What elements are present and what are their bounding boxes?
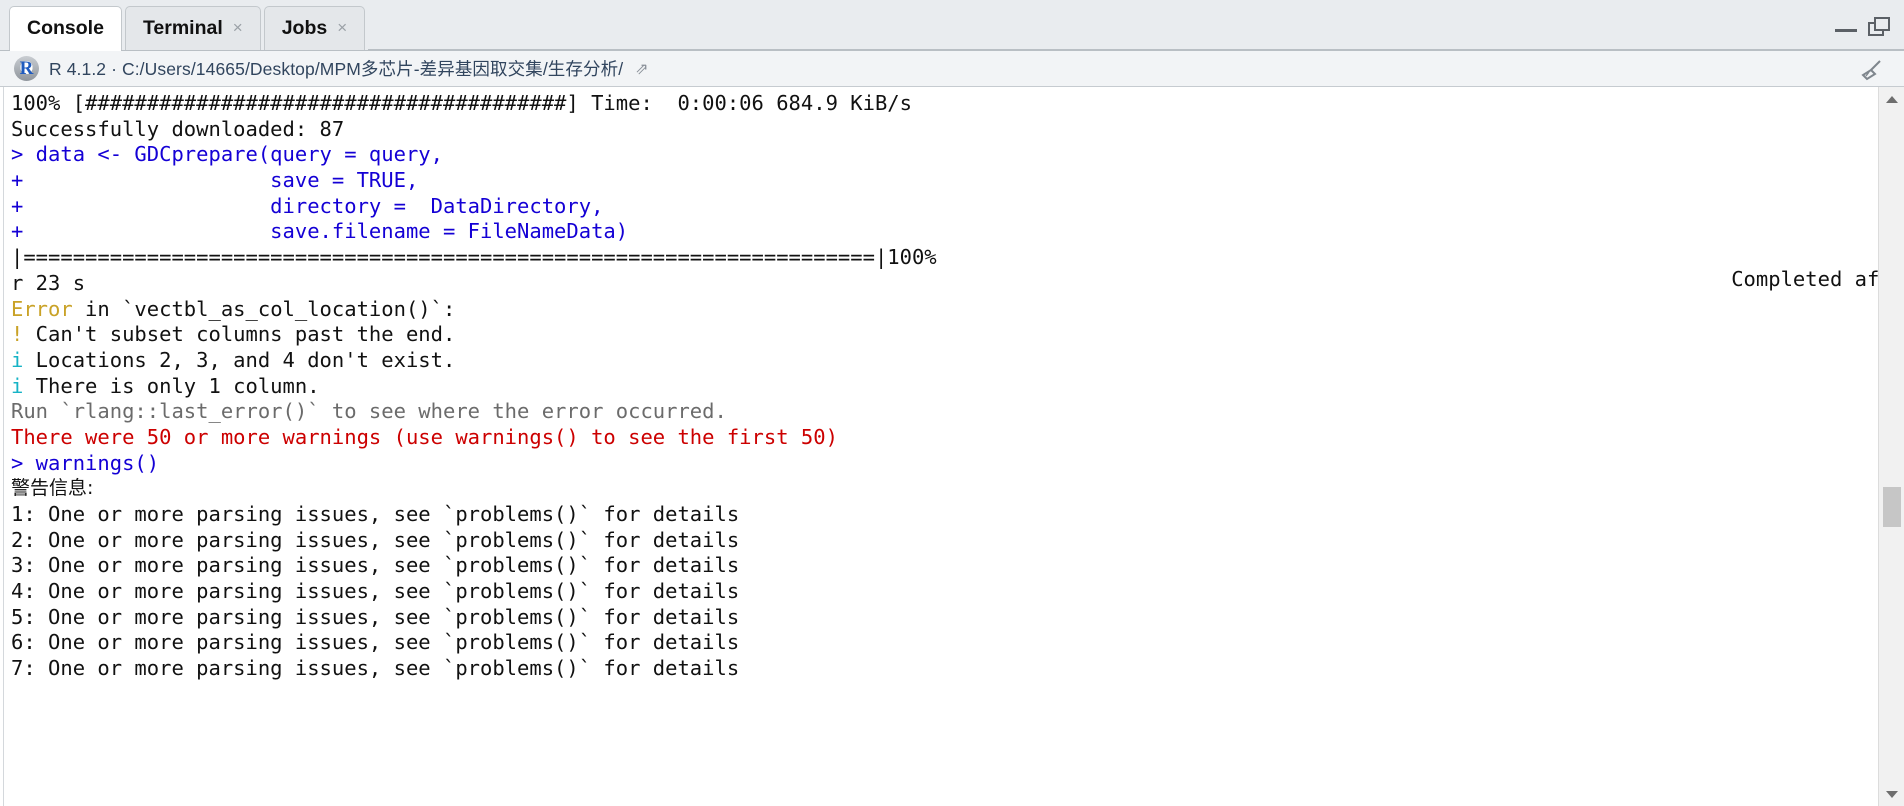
console-line: > data <- GDCprepare(query = query, <box>11 142 443 167</box>
console-line: + save = TRUE, <box>11 168 419 193</box>
console-line: 6: One or more parsing issues, see `prob… <box>11 630 740 655</box>
console-output[interactable]: 100% [##################################… <box>11 91 1870 682</box>
tab-terminal[interactable]: Terminal × <box>124 6 261 50</box>
console-line: + save.filename = FileNameData) <box>11 219 629 244</box>
open-in-files-icon[interactable]: ⇗ <box>635 59 648 79</box>
console-line: |=======================================… <box>11 245 937 270</box>
console-line: There were 50 or more warnings (use warn… <box>11 424 838 449</box>
broom-icon[interactable] <box>1858 58 1888 82</box>
console-error-prefix: Error <box>11 296 73 321</box>
console-line: 1: One or more parsing issues, see `prob… <box>11 502 740 526</box>
console-line: > warnings() <box>11 450 160 475</box>
window-controls <box>1835 17 1890 36</box>
scroll-up-icon[interactable] <box>1879 87 1904 111</box>
tabstrip-filler <box>368 6 1904 50</box>
r-logo-letter: R <box>19 58 34 79</box>
tab-terminal-label: Terminal <box>142 17 223 39</box>
console-line: + directory = DataDirectory, <box>11 193 604 218</box>
console-error-prefix: ! <box>11 322 24 347</box>
console-info-bullet: i <box>11 373 24 398</box>
console-line: 警告信息: <box>11 477 94 500</box>
tab-jobs[interactable]: Jobs × <box>263 6 366 50</box>
console-line: i Locations 2, 3, and 4 don't exist. <box>11 348 1870 374</box>
console-line-text: Can't subset columns past the end. <box>23 322 456 347</box>
console-line-text: There is only 1 column. <box>23 373 320 398</box>
console-scrollbar[interactable] <box>1878 87 1904 806</box>
console-line: i There is only 1 column. <box>11 374 1870 400</box>
console-line-text: Locations 2, 3, and 4 don't exist. <box>23 347 456 372</box>
console-line: ! Can't subset columns past the end. <box>11 322 1870 348</box>
console-line-text: in `vectbl_as_col_location()`: <box>72 296 456 321</box>
console-pane[interactable]: 100% [##################################… <box>0 87 1904 806</box>
maximize-front-square <box>1874 17 1890 31</box>
tab-jobs-label: Jobs <box>281 17 328 39</box>
scrollbar-thumb[interactable] <box>1883 487 1901 527</box>
pane-tabstrip: Console Terminal × Jobs × <box>0 0 1904 51</box>
scroll-down-icon[interactable] <box>1879 782 1904 806</box>
console-line: Run `rlang::last_error()` to see where t… <box>11 399 727 424</box>
minimize-icon[interactable] <box>1835 21 1857 32</box>
tab-console-label: Console <box>27 17 104 39</box>
console-line: 7: One or more parsing issues, see `prob… <box>11 656 740 681</box>
console-line: 100% [##################################… <box>11 91 912 115</box>
console-info-bullet: i <box>11 347 24 372</box>
console-left-gutter <box>0 87 4 806</box>
close-icon[interactable]: × <box>337 19 347 38</box>
console-line: 4: One or more parsing issues, see `prob… <box>11 579 740 604</box>
tab-console[interactable]: Console <box>9 6 122 51</box>
maximize-restore-icon[interactable] <box>1868 17 1890 36</box>
working-directory-label[interactable]: R 4.1.2 · C:/Users/14665/Desktop/MPM多芯片-… <box>49 56 623 81</box>
close-icon[interactable]: × <box>233 19 243 38</box>
console-line: 2: One or more parsing issues, see `prob… <box>11 527 740 552</box>
console-line: Error in `vectbl_as_col_location()`: <box>11 297 1870 323</box>
r-logo-icon: R <box>14 56 39 81</box>
console-line: r 23 s <box>11 270 86 295</box>
console-line: 5: One or more parsing issues, see `prob… <box>11 604 740 629</box>
console-pathbar: R R 4.1.2 · C:/Users/14665/Desktop/MPM多芯… <box>0 51 1904 87</box>
console-line: Successfully downloaded: 87 <box>11 116 345 141</box>
console-line: 3: One or more parsing issues, see `prob… <box>11 553 740 578</box>
